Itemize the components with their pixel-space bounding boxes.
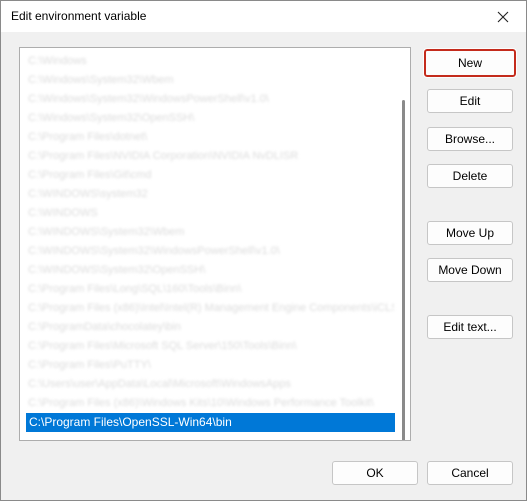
list-item[interactable]: C:\WINDOWS xyxy=(26,204,394,223)
list-item[interactable]: C:\Program Files\PuTTY\ xyxy=(26,356,394,375)
title-bar: Edit environment variable xyxy=(1,1,526,32)
window-title: Edit environment variable xyxy=(11,9,147,23)
list-item[interactable]: C:\Windows\System32\Wbem xyxy=(26,71,394,90)
browse-button[interactable]: Browse... xyxy=(427,127,513,151)
list-item[interactable]: C:\WINDOWS\System32\OpenSSH\ xyxy=(26,261,394,280)
edit-button[interactable]: Edit xyxy=(427,89,513,113)
new-button[interactable]: New xyxy=(423,48,517,78)
list-item[interactable]: C:\Users\user\AppData\Local\Microsoft\Wi… xyxy=(26,375,394,394)
scrollbar-thumb[interactable] xyxy=(402,100,405,440)
list-item[interactable]: C:\ProgramData\chocolatey\bin xyxy=(26,318,394,337)
delete-button[interactable]: Delete xyxy=(427,164,513,188)
list-item[interactable]: C:\Windows\System32\OpenSSH\ xyxy=(26,109,394,128)
close-icon xyxy=(497,11,509,22)
edit-environment-variable-dialog: Edit environment variable C:\Windows C:\W… xyxy=(0,0,527,501)
list-item[interactable]: C:\WINDOWS\System32\Wbem xyxy=(26,223,394,242)
list-item[interactable]: C:\Program Files (x86)\Windows Kits\10\W… xyxy=(26,394,394,413)
list-item[interactable]: C:\Program Files\dotnet\ xyxy=(26,128,394,147)
list-item[interactable]: C:\WINDOWS\System32\WindowsPowerShell\v1… xyxy=(26,242,394,261)
close-button[interactable] xyxy=(480,1,526,32)
list-item[interactable]: C:\Program Files\Microsoft SQL Server\15… xyxy=(26,337,394,356)
list-item[interactable]: C:\Program Files (x86)\Intel\Intel(R) Ma… xyxy=(26,299,394,318)
move-down-button[interactable]: Move Down xyxy=(427,258,513,282)
list-scrollbar[interactable] xyxy=(402,100,406,440)
path-list[interactable]: C:\Windows C:\Windows\System32\Wbem C:\Win… xyxy=(19,47,411,441)
list-item[interactable]: C:\Windows xyxy=(26,52,394,71)
list-item[interactable]: C:\WINDOWS\system32 xyxy=(26,185,394,204)
ok-button[interactable]: OK xyxy=(332,461,418,485)
edit-text-button[interactable]: Edit text... xyxy=(427,315,513,339)
list-item[interactable]: C:\Program Files\Long\SQL\160\Tools\Binn… xyxy=(26,280,394,299)
list-item[interactable]: C:\Windows\System32\WindowsPowerShell\v1… xyxy=(26,90,394,109)
move-up-button[interactable]: Move Up xyxy=(427,221,513,245)
list-item-selected[interactable]: C:\Program Files\OpenSSL-Win64\bin xyxy=(26,413,395,432)
list-item[interactable]: C:\Program Files\Git\cmd xyxy=(26,166,394,185)
cancel-button[interactable]: Cancel xyxy=(427,461,513,485)
list-item[interactable]: C:\Program Files\NVIDIA Corporation\NVID… xyxy=(26,147,394,166)
